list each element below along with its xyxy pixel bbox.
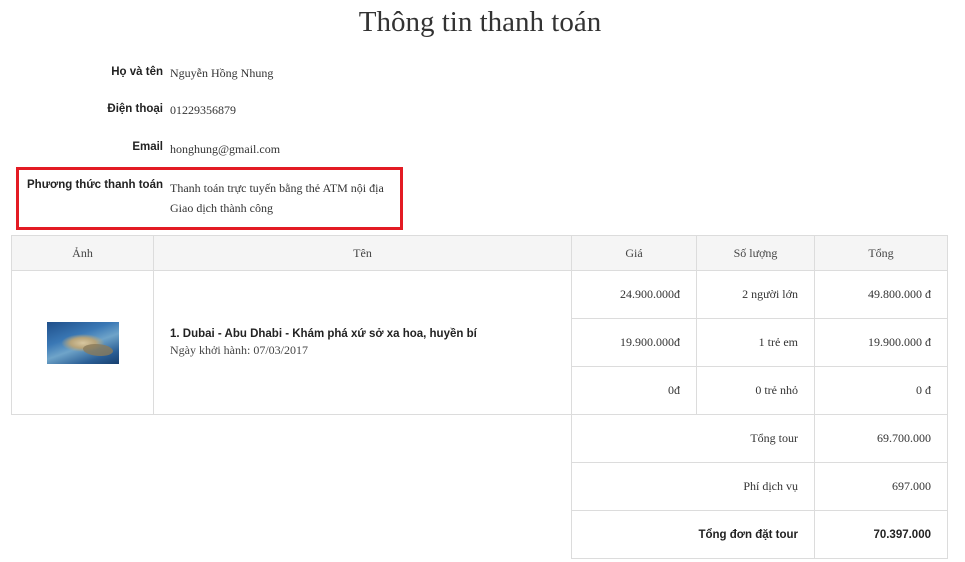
email-value: honghung@gmail.com xyxy=(170,142,281,156)
page-title: Thông tin thanh toán xyxy=(358,6,602,38)
total-cell: 0 đ xyxy=(814,366,948,415)
quantity-cell: 2 người lớn xyxy=(696,270,815,319)
phone-value: 01229356879 xyxy=(170,103,236,117)
column-header-name: Tên xyxy=(153,235,572,271)
service-fee-label: Phí dịch vụ xyxy=(571,462,815,511)
price-cell: 19.900.000đ xyxy=(571,318,697,367)
product-image-cell xyxy=(11,270,154,415)
table-row: 1. Dubai - Abu Dhabi - Khám phá xứ sở xa… xyxy=(11,270,948,415)
email-label: Email xyxy=(132,141,163,153)
product-cell: 1. Dubai - Abu Dhabi - Khám phá xứ sở xa… xyxy=(153,270,572,415)
product-name-link[interactable]: 1. Dubai - Abu Dhabi - Khám phá xứ sở xa… xyxy=(170,328,555,340)
name-value: Nguyễn Hồng Nhung xyxy=(170,66,274,80)
service-fee-value: 697.000 xyxy=(814,462,948,511)
name-label: Họ và tên xyxy=(111,66,163,78)
grand-total-label: Tổng đơn đặt tour xyxy=(571,510,815,559)
price-cell: 24.900.000đ xyxy=(571,270,697,319)
total-cell: 49.800.000 đ xyxy=(814,270,948,319)
order-table: Ảnh Tên Giá Số lượng Tổng 1. Dubai - Abu… xyxy=(11,235,948,559)
column-header-image: Ảnh xyxy=(11,235,154,271)
total-cell: 19.900.000 đ xyxy=(814,318,948,367)
quantity-cell: 0 trẻ nhỏ xyxy=(696,366,815,415)
summary-row: Phí dịch vụ 697.000 xyxy=(12,462,948,511)
departure-date: Ngày khởi hành: 07/03/2017 xyxy=(170,342,308,357)
grand-total-value: 70.397.000 xyxy=(814,510,948,559)
tour-thumbnail-image[interactable] xyxy=(46,321,119,364)
column-header-price: Giá xyxy=(571,235,697,271)
tour-total-label: Tổng tour xyxy=(571,414,815,463)
table-header-row: Ảnh Tên Giá Số lượng Tổng xyxy=(11,235,948,271)
payment-highlight-box xyxy=(16,167,403,230)
price-cell: 0đ xyxy=(571,366,697,415)
column-header-quantity: Số lượng xyxy=(696,235,815,271)
quantity-cell: 1 trẻ em xyxy=(696,318,815,367)
tour-total-value: 69.700.000 xyxy=(814,414,948,463)
summary-row: Tổng tour 69.700.000 xyxy=(12,414,948,463)
summary-row: Tổng đơn đặt tour 70.397.000 xyxy=(12,510,948,559)
phone-label: Điện thoại xyxy=(107,103,163,115)
column-header-total: Tổng xyxy=(814,235,948,271)
